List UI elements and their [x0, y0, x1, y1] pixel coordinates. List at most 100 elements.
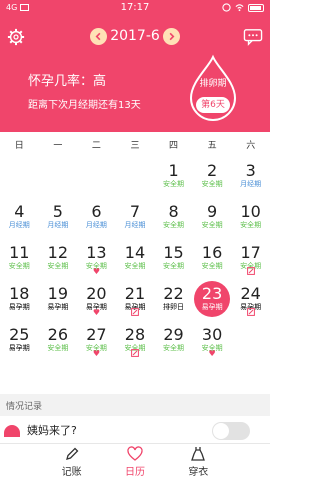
calendar-day[interactable]: 4 月经期: [0, 197, 39, 238]
day-number: 8: [168, 202, 179, 221]
calendar-day[interactable]: 11 安全期: [0, 238, 39, 279]
calendar-empty-cell: [0, 156, 39, 197]
tab-label: 穿衣: [188, 467, 209, 478]
day-phase-label: 安全期: [240, 221, 262, 229]
tab-label: 日历: [124, 467, 145, 478]
day-phase-label: 易孕期: [47, 303, 69, 311]
day-number: 14: [124, 243, 146, 262]
day-phase-label: 安全期: [47, 262, 69, 270]
love-heart-icon: ♥: [92, 308, 100, 317]
calendar-day[interactable]: 15 安全期: [154, 238, 193, 279]
calendar-day[interactable]: 22 排卵日: [154, 279, 193, 320]
day-number: 17: [240, 243, 261, 262]
note-edit-icon: [131, 308, 139, 318]
calendar-day[interactable]: 6 月经期: [77, 197, 116, 238]
day-number: 21: [124, 284, 146, 303]
day-phase-label: 易孕期: [8, 344, 30, 352]
weekday-label: 五: [207, 141, 217, 151]
calendar-day[interactable]: 17 安全期: [231, 238, 270, 279]
calendar-day[interactable]: 1 安全期: [154, 156, 193, 197]
day-number: 15: [163, 243, 184, 262]
heart-icon: [127, 446, 143, 461]
next-month-button[interactable]: [163, 27, 180, 45]
calendar-day[interactable]: 9 安全期: [193, 197, 232, 238]
day-phase-label: 月经期: [124, 221, 146, 229]
day-number: 5: [52, 202, 63, 221]
calendar-day[interactable]: 24 易孕期: [231, 279, 270, 320]
phase-drop-icon: [189, 54, 237, 121]
alarm-icon: [222, 3, 231, 12]
calendar-day[interactable]: 21 易孕期: [116, 279, 155, 320]
pregnancy-rate: 怀孕几率：高: [28, 74, 107, 89]
phase-day: 第6天: [196, 97, 230, 113]
love-heart-icon: ♥: [92, 267, 100, 276]
tab-dress[interactable]: 穿衣: [167, 444, 230, 480]
month-navigator: 2017-6: [90, 26, 180, 46]
calendar-day[interactable]: 12 安全期: [39, 238, 78, 279]
day-phase-label: 安全期: [124, 262, 146, 270]
day-number: 6: [91, 202, 102, 221]
chevron-right-icon: [169, 32, 175, 40]
wifi-icon: [235, 4, 244, 12]
day-number: 24: [240, 284, 261, 303]
prev-month-button[interactable]: [90, 27, 107, 45]
settings-gear-icon[interactable]: [7, 28, 25, 46]
calendar-day[interactable]: 23 易孕期: [193, 279, 232, 320]
calendar-day[interactable]: 28 安全期: [116, 320, 155, 361]
day-phase-label: 安全期: [163, 221, 185, 229]
calendar-day[interactable]: 13 安全期 ♥: [77, 238, 116, 279]
day-phase-label: 安全期: [8, 262, 30, 270]
calendar-empty-cell: [77, 156, 116, 197]
period-drop-icon: [4, 425, 20, 437]
period-record-row: 姨妈来了?: [0, 416, 270, 444]
day-number: 11: [9, 243, 30, 262]
cycle-header: 2017-6 怀孕几率：高 距离下次月经期还有13天 排卵期 第6天: [0, 16, 270, 132]
day-number: 16: [201, 243, 223, 262]
calendar-day[interactable]: 29 安全期: [154, 320, 193, 361]
calendar-day[interactable]: 10 安全期: [231, 197, 270, 238]
calendar-day[interactable]: 19 易孕期: [39, 279, 78, 320]
weekday-label: 三: [130, 141, 140, 151]
day-phase-label: 月经期: [47, 221, 69, 229]
weekday-label: 二: [91, 141, 101, 151]
day-number: 26: [47, 325, 69, 344]
tab-label: 记账: [61, 467, 82, 478]
calendar-day[interactable]: 7 月经期: [116, 197, 155, 238]
day-number: 20: [86, 284, 107, 303]
calendar-day[interactable]: 16 安全期: [193, 238, 232, 279]
period-toggle[interactable]: [212, 422, 250, 440]
tab-notes[interactable]: 记账: [40, 444, 103, 480]
current-month: 2017-6: [110, 28, 160, 44]
calendar-day[interactable]: 14 安全期: [116, 238, 155, 279]
day-number: 29: [163, 325, 184, 344]
day-phase-label: 安全期: [47, 344, 69, 352]
status-bar: 4G 17:17: [0, 0, 270, 16]
calendar-day[interactable]: 8 安全期: [154, 197, 193, 238]
day-number: 25: [9, 325, 30, 344]
note-edit-icon: [246, 267, 255, 277]
calendar-day[interactable]: 20 易孕期 ♥: [77, 279, 116, 320]
calendar-day[interactable]: 3 月经期: [231, 156, 270, 197]
message-icon[interactable]: [243, 28, 263, 46]
day-phase-label: 安全期: [163, 262, 185, 270]
day-phase-label: 月经期: [85, 221, 107, 229]
day-number: 19: [47, 284, 69, 303]
calendar-empty-cell: [116, 156, 155, 197]
tab-spacer: [0, 444, 40, 480]
day-number: 7: [129, 202, 141, 221]
calendar-day[interactable]: 27 安全期 ♥: [77, 320, 116, 361]
day-phase-label: 易孕期: [201, 303, 223, 311]
calendar-day[interactable]: 5 月经期: [39, 197, 78, 238]
day-number: 28: [124, 325, 146, 344]
tab-calendar[interactable]: 日历: [103, 444, 166, 480]
day-phase-label: 排卵日: [163, 303, 185, 311]
tab-spacer: [230, 444, 270, 480]
calendar-day[interactable]: 26 安全期: [39, 320, 78, 361]
records-section-title: 情况记录: [0, 394, 270, 416]
calendar-day[interactable]: 2 安全期: [193, 156, 232, 197]
day-phase-label: 安全期: [201, 221, 223, 229]
note-edit-icon: [246, 308, 255, 318]
calendar-day[interactable]: 25 易孕期: [0, 320, 39, 361]
calendar-day[interactable]: 18 易孕期: [0, 279, 39, 320]
calendar-day[interactable]: 30 安全期 ♥: [193, 320, 232, 361]
